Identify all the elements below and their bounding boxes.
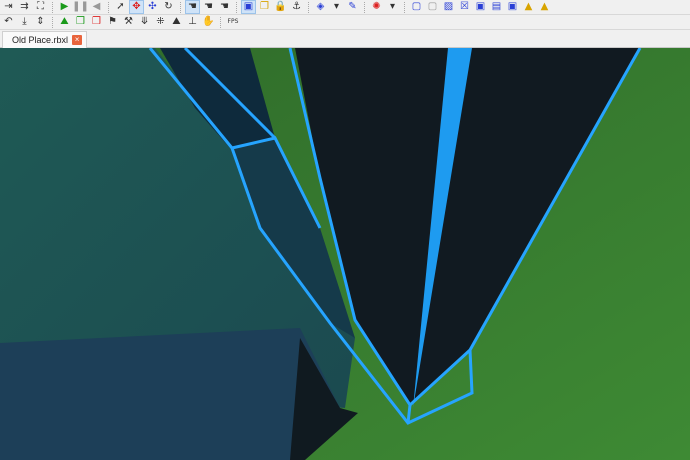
toolbar-separator	[364, 1, 365, 13]
dropdown-icon[interactable]: ▾	[330, 1, 343, 13]
terrain-icon[interactable]: ⛰	[170, 16, 183, 28]
rotate-icon[interactable]: ↻	[162, 1, 175, 13]
close-icon[interactable]: ×	[72, 35, 83, 45]
document-tabs: Old Place.rbxl ×	[0, 30, 690, 48]
surface-glue-icon[interactable]: ▢	[426, 1, 439, 13]
play-icon[interactable]: ▶	[58, 1, 71, 13]
surface-stepping-icon[interactable]: ▲	[538, 1, 551, 13]
move-icon[interactable]: ✥	[129, 0, 144, 14]
toolbar-separator	[220, 16, 221, 28]
toolbar-row-1: ⇥ ⇉ ⛶ ▶ ❚❚ ◀ ➚ ✥ ✣ ↻ ☚ ☚ ☚ ▣ ❐ 🔒 ⚓ ◈ ▾ ✎ ✺ ▾ ▢ ▢ ▨ ☒ ▣ ▤ ▣ ▲ ▲	[0, 0, 690, 15]
toolbar-separator	[108, 1, 109, 13]
toolbar-separator	[52, 1, 53, 13]
paint-bucket-icon[interactable]: ◈	[314, 1, 327, 13]
step-icon[interactable]: ⇥	[2, 1, 15, 13]
surface-universal-icon[interactable]: ▤	[490, 1, 503, 13]
drop-icon[interactable]: ⤓	[18, 16, 31, 28]
dropdown-icon[interactable]: ▾	[386, 1, 399, 13]
pause-icon[interactable]: ❚❚	[72, 1, 89, 13]
fps-icon[interactable]: FPS	[226, 16, 240, 28]
surface-smooth-icon[interactable]: ▢	[410, 1, 423, 13]
toolbar-separator	[404, 1, 405, 13]
hammer-icon[interactable]: ⚒	[122, 16, 135, 28]
resize-icon[interactable]: ☚	[202, 1, 215, 13]
toolbar-separator	[52, 16, 53, 28]
surface-inlet-icon[interactable]: ▣	[474, 1, 487, 13]
stamp-icon[interactable]: ⊥	[186, 16, 199, 28]
toolbar-separator	[180, 1, 181, 13]
drag-icon[interactable]: ☚	[185, 0, 200, 14]
surface-motor-icon[interactable]: ▲	[522, 1, 535, 13]
fit-icon[interactable]: ⛶	[34, 1, 47, 13]
toolbar-separator	[236, 1, 237, 13]
tab-old-place[interactable]: Old Place.rbxl ×	[2, 31, 87, 48]
tab-label: Old Place.rbxl	[12, 35, 69, 45]
lock-icon[interactable]: 🔒	[274, 1, 287, 13]
material-icon[interactable]: ✺	[370, 1, 383, 13]
3d-viewport[interactable]	[0, 48, 690, 460]
step-over-icon[interactable]: ⇉	[18, 1, 31, 13]
insert-model-icon[interactable]: ❒	[74, 16, 87, 28]
collisions-icon[interactable]: ▣	[241, 0, 256, 14]
select-icon[interactable]: ➚	[114, 1, 127, 13]
toolbar-row-2: ↶ ⤓ ⇕ ⛰ ❒ ❒ ⚑ ⚒ ⤋ ⁜ ⛰ ⊥ ✋ FPS	[0, 15, 690, 30]
surface-studs-icon[interactable]: ☒	[458, 1, 471, 13]
flag-icon[interactable]: ⚑	[106, 16, 119, 28]
lift-icon[interactable]: ⇕	[34, 16, 47, 28]
surface-hinge-icon[interactable]: ▣	[506, 1, 519, 13]
delete-model-icon[interactable]: ❒	[90, 16, 103, 28]
color-picker-icon[interactable]: ✎	[346, 1, 359, 13]
undo-icon[interactable]: ↶	[2, 16, 15, 28]
rotate-tool-icon[interactable]: ☚	[218, 1, 231, 13]
grid-icon[interactable]: ⁜	[154, 16, 167, 28]
glove-icon[interactable]: ✋	[202, 16, 215, 28]
anchor-icon[interactable]: ⚓	[290, 1, 303, 13]
toolbar-separator	[308, 1, 309, 13]
step-back-icon[interactable]: ◀	[90, 1, 103, 13]
scene	[0, 48, 690, 460]
insert-part-icon[interactable]: ⛰	[58, 16, 71, 28]
bottom-left-part[interactable]	[0, 328, 340, 460]
scale-icon[interactable]: ✣	[146, 1, 159, 13]
surface-weld-icon[interactable]: ▨	[442, 1, 455, 13]
anchor-down-icon[interactable]: ⤋	[138, 16, 151, 28]
group-icon[interactable]: ❐	[258, 1, 271, 13]
